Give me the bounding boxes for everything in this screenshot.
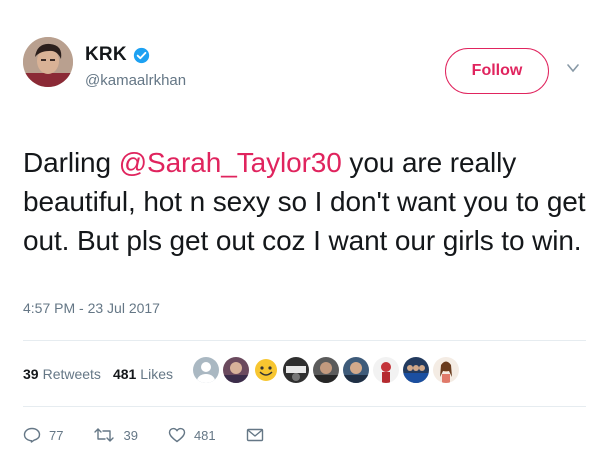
tweet-card: KRK @kamaalrkhan Follow Darling @Sarah_T… [0,0,600,450]
retweet-count: 39 [123,427,138,443]
chevron-down-icon[interactable] [566,62,580,74]
user-avatar[interactable] [23,37,73,87]
mention-link[interactable]: @Sarah_Taylor30 [119,147,342,178]
verified-badge-icon [133,47,149,63]
liker-avatar[interactable] [223,357,249,383]
user-handle[interactable]: @kamaalrkhan [85,72,186,89]
liker-avatar[interactable] [343,357,369,383]
tweet-text-start: Darling [23,147,119,178]
retweet-icon [94,428,115,442]
like-count: 481 [193,427,216,443]
liker-avatar[interactable] [433,357,459,383]
like-button[interactable]: 481 [168,427,216,443]
likes-count: 481 [112,366,137,382]
display-name[interactable]: KRK [85,44,127,66]
retweets-stat[interactable]: 39 Retweets [23,366,101,382]
liker-avatar[interactable] [373,357,399,383]
tweet-text: Darling @Sarah_Taylor30 you are really b… [23,143,593,260]
liker-avatars [193,357,463,383]
reply-icon [23,427,41,443]
tweet-timestamp[interactable]: 4:57 PM - 23 Jul 2017 [23,300,160,316]
reply-button[interactable]: 77 [23,427,63,443]
liker-avatar[interactable] [403,357,429,383]
engagement-stats: 39 Retweets 481 Likes [23,366,173,382]
reply-count: 77 [49,427,64,443]
liker-avatar[interactable] [253,357,279,383]
direct-message-button[interactable] [246,428,272,442]
liker-avatar[interactable] [283,357,309,383]
envelope-icon [246,428,263,442]
liker-avatar[interactable] [313,357,339,383]
avatar-image [23,37,73,87]
likes-stat[interactable]: 481 Likes [113,366,173,382]
retweets-count: 39 [23,366,39,382]
retweets-label: Retweets [42,366,101,382]
heart-icon [168,427,186,443]
divider-bottom [23,406,586,407]
retweet-button[interactable]: 39 [93,427,138,443]
follow-button[interactable]: Follow [445,48,549,94]
likes-label: Likes [140,366,173,382]
tweet-actions: 77 39 481 [23,427,302,443]
name-row: KRK [85,44,150,66]
liker-avatar[interactable] [193,357,219,383]
divider-top [23,340,586,341]
